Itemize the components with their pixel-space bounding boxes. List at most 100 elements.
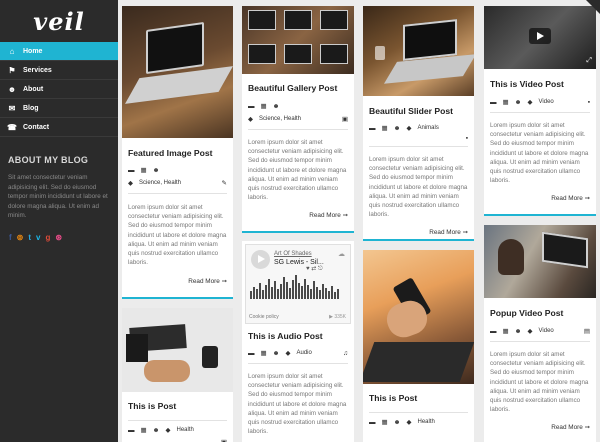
user-icon[interactable]: ☻ xyxy=(515,328,522,335)
laptop-image[interactable] xyxy=(122,6,233,138)
comment-icon[interactable]: ▬ xyxy=(128,427,135,434)
tag-list[interactable]: Video xyxy=(539,99,554,105)
slider-image[interactable] xyxy=(363,6,474,96)
camera-icon: ▪ xyxy=(587,98,590,106)
comment-icon[interactable]: ▬ xyxy=(490,328,497,335)
comment-icon[interactable]: ▬ xyxy=(128,167,135,174)
post-meta: ▬ ▦ ☻ ◆ Video ▤ xyxy=(484,327,596,336)
pencil-icon: ✎ xyxy=(221,180,227,187)
user-icon[interactable]: ☻ xyxy=(515,99,522,106)
calendar-icon[interactable]: ▦ xyxy=(503,98,509,106)
play-icon[interactable] xyxy=(251,250,270,269)
tag-list[interactable]: Audio xyxy=(297,350,312,356)
calendar-icon[interactable]: ▦ xyxy=(141,166,147,174)
tag-list[interactable]: Science, Health xyxy=(139,180,181,186)
facebook-icon[interactable]: f xyxy=(9,233,12,242)
tag-list[interactable]: Health xyxy=(177,427,194,433)
user-icon[interactable]: ☻ xyxy=(273,103,280,110)
calendar-icon[interactable]: ▦ xyxy=(382,124,388,132)
soundcloud-icon: ☁ xyxy=(338,251,345,258)
comment-icon[interactable]: ▬ xyxy=(490,99,497,106)
calendar-icon[interactable]: ▦ xyxy=(261,349,267,357)
fullscreen-icon[interactable]: ⤢ xyxy=(586,57,592,65)
flag-icon: ⚑ xyxy=(8,65,16,75)
post-title[interactable]: This is Video Post xyxy=(484,79,596,89)
dribbble-icon[interactable]: ⊛ xyxy=(55,233,62,242)
comment-icon[interactable]: ▬ xyxy=(248,350,255,357)
post-title[interactable]: Featured Image Post xyxy=(122,148,233,158)
google-plus-icon[interactable]: g xyxy=(46,233,51,242)
vimeo-icon[interactable]: v xyxy=(36,233,40,242)
audio-waveform[interactable] xyxy=(250,273,346,299)
nav-item-blog[interactable]: ✉ Blog xyxy=(0,99,118,118)
tag-list[interactable]: Animals xyxy=(418,125,439,131)
tag-icon: ◆ xyxy=(406,419,412,426)
user-icon[interactable]: ☻ xyxy=(153,167,160,174)
read-more-link[interactable]: Read More ➞ xyxy=(242,211,354,219)
post-title[interactable]: Popup Video Post xyxy=(484,308,596,318)
post-meta: ▬ ▦ ☻ ◆ Audio ♫ xyxy=(242,349,354,358)
phone-laptop-image[interactable] xyxy=(363,250,474,384)
post-meta: ▬ ▦ ☻ xyxy=(122,166,233,175)
comment-icon[interactable]: ▬ xyxy=(369,125,376,132)
soundcloud-player[interactable]: Art Of Shades SG Lewis - Sil... ☁ ♥ ⇄ ⎋ … xyxy=(245,244,351,324)
post-card-popup-video: Popup Video Post ▬ ▦ ☻ ◆ Video ▤ Lorem i… xyxy=(484,225,596,442)
post-card-video: ⤢ This is Video Post ▬ ▦ ☻ ◆ Video ▪ Lor… xyxy=(484,6,596,216)
tag-list[interactable]: Video xyxy=(539,328,554,334)
user-icon[interactable]: ☻ xyxy=(153,427,160,434)
user-icon[interactable]: ☻ xyxy=(273,350,280,357)
nav-label: Home xyxy=(23,47,43,55)
post-tags: ◆ Science, Health ✎ xyxy=(122,179,233,187)
post-meta: ▬ ▦ ☻ xyxy=(242,102,354,111)
comment-icon[interactable]: ▬ xyxy=(369,419,376,426)
tag-list[interactable]: Science, Health xyxy=(259,116,301,122)
nav-item-home[interactable]: ⌂ Home xyxy=(0,42,118,61)
tag-icon: ◆ xyxy=(128,180,133,187)
read-more-link[interactable]: Read More ➞ xyxy=(122,277,233,285)
nav-label: Blog xyxy=(23,104,39,112)
calendar-icon[interactable]: ▦ xyxy=(503,327,509,335)
post-title[interactable]: This is Audio Post xyxy=(242,331,354,341)
read-more-link[interactable]: Read More ➞ xyxy=(484,194,596,202)
nav-item-contact[interactable]: ☎ Contact xyxy=(0,118,118,137)
user-icon[interactable]: ☻ xyxy=(394,419,401,426)
read-more-link[interactable]: Read More ➞ xyxy=(484,423,596,431)
post-meta: ▬ ▦ ☻ ◆ Video ▪ xyxy=(484,98,596,107)
nav-item-about[interactable]: ☻ About xyxy=(0,80,118,99)
gallery-image[interactable] xyxy=(242,6,354,74)
nav-item-services[interactable]: ⚑ Services xyxy=(0,61,118,80)
tag-list[interactable]: Health xyxy=(418,419,435,425)
popup-video-image[interactable] xyxy=(484,225,596,298)
audio-artist[interactable]: Art Of Shades xyxy=(274,251,312,257)
post-title[interactable]: Beautiful Gallery Post xyxy=(242,83,354,93)
desk-image[interactable] xyxy=(122,308,233,392)
tag-icon: ◆ xyxy=(527,99,533,106)
rss-icon[interactable]: ⊚ xyxy=(17,233,24,242)
image-icon: ▣ xyxy=(341,116,348,123)
phone-icon: ☎ xyxy=(7,122,17,132)
comment-icon[interactable]: ▬ xyxy=(248,103,255,110)
calendar-icon[interactable]: ▦ xyxy=(382,418,388,426)
site-logo[interactable]: veil xyxy=(0,0,118,42)
video-player[interactable]: ⤢ xyxy=(484,6,596,69)
post-title[interactable]: This is Post xyxy=(122,401,233,411)
about-text: Sit amet consectetur veniam adipisicing … xyxy=(8,174,108,219)
cookie-policy-link[interactable]: Cookie policy xyxy=(249,314,279,320)
post-card-gallery: Beautiful Gallery Post ▬ ▦ ☻ ◆ Science, … xyxy=(242,6,354,233)
read-more-link[interactable]: Read More ➞ xyxy=(363,228,474,236)
user-icon: ☻ xyxy=(7,84,17,94)
nav-label: About xyxy=(23,85,44,93)
camera-icon: ▪ xyxy=(465,135,468,142)
post-title[interactable]: This is Post xyxy=(363,393,474,403)
music-icon: ♫ xyxy=(343,349,348,357)
post-card-featured: Featured Image Post ▬ ▦ ☻ ◆ Science, Hea… xyxy=(122,6,233,299)
calendar-icon[interactable]: ▦ xyxy=(261,102,267,110)
post-excerpt: Lorem ipsum dolor sit amet consectetur v… xyxy=(128,204,227,267)
post-title[interactable]: Beautiful Slider Post xyxy=(363,106,474,116)
twitter-icon[interactable]: t xyxy=(28,233,31,242)
corner-toggle[interactable] xyxy=(586,0,600,14)
post-excerpt: Lorem ipsum dolor sit amet consectetur v… xyxy=(248,139,347,202)
calendar-icon[interactable]: ▦ xyxy=(141,426,147,434)
user-icon[interactable]: ☻ xyxy=(394,125,401,132)
post-tags: ◆ Science, Health ▣ xyxy=(242,115,354,123)
